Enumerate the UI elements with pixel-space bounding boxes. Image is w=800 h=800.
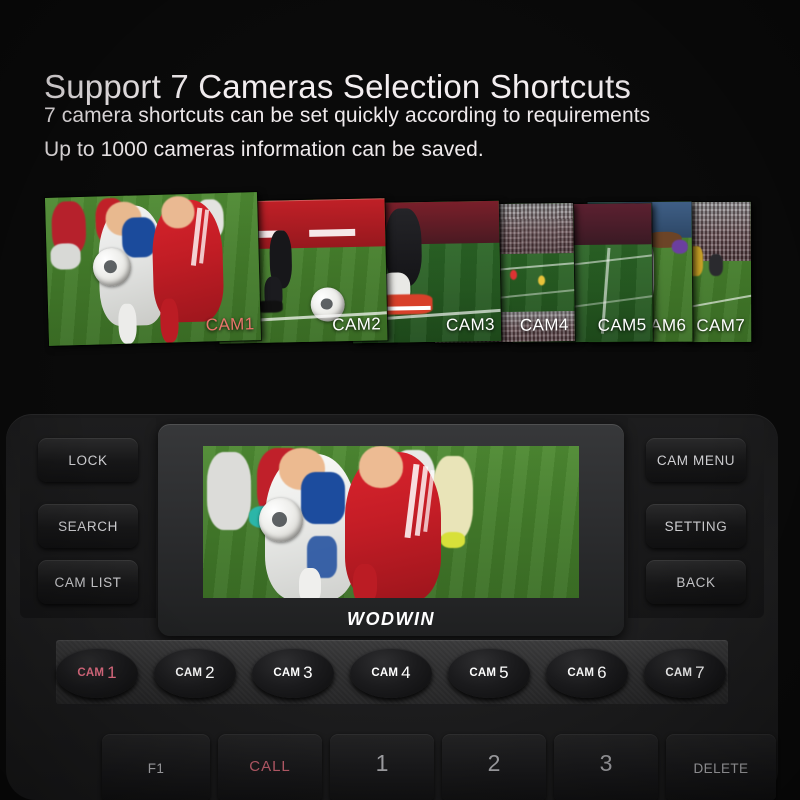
monitor-bezel: WODWIN bbox=[158, 424, 624, 636]
cam-button-word: CAM bbox=[77, 667, 105, 679]
cam-button-7[interactable]: CAM 7 bbox=[644, 648, 726, 698]
numeric-key-1[interactable]: 1 bbox=[330, 734, 434, 800]
cam-list-button[interactable]: CAM LIST bbox=[38, 560, 138, 604]
cam-button-number: 5 bbox=[499, 663, 509, 682]
thumbnail-label: CAM3 bbox=[445, 314, 496, 335]
camera-thumbnail-strip: CAM1 CAM2 CAM3 CAM4 CAM5 CAM6 CAM7 bbox=[0, 182, 800, 372]
cam-shortcut-button-panel: CAM 1 CAM 2 CAM 3 CAM 4 CAM 5 CAM 6 CAM … bbox=[56, 640, 728, 704]
cam-button-word: CAM bbox=[371, 667, 399, 679]
cam-button-number: 4 bbox=[401, 663, 411, 682]
thumbnail-label: CAM1 bbox=[205, 314, 255, 335]
numeric-key-3[interactable]: 3 bbox=[554, 734, 658, 800]
setting-button[interactable]: SETTING bbox=[646, 504, 746, 548]
cam-button-word: CAM bbox=[665, 667, 693, 679]
camera-thumbnail-7[interactable]: CAM7 bbox=[682, 201, 752, 343]
function-key-row: F1 CALL 1 2 3 DELETE bbox=[30, 726, 776, 800]
numeric-key-2[interactable]: 2 bbox=[442, 734, 546, 800]
back-button[interactable]: BACK bbox=[646, 560, 746, 604]
f1-key[interactable]: F1 bbox=[102, 734, 210, 800]
cam-button-2[interactable]: CAM 2 bbox=[154, 648, 236, 698]
cam-button-word: CAM bbox=[175, 667, 203, 679]
cam-button-1[interactable]: CAM 1 bbox=[56, 648, 138, 698]
cam-button-5[interactable]: CAM 5 bbox=[448, 648, 530, 698]
subtitle-line-2: Up to 1000 cameras information can be sa… bbox=[44, 138, 484, 161]
brand-logo: WODWIN bbox=[347, 609, 435, 629]
cam-button-word: CAM bbox=[469, 667, 497, 679]
lock-button[interactable]: LOCK bbox=[38, 438, 138, 482]
live-preview-screen[interactable] bbox=[203, 446, 579, 598]
delete-key[interactable]: DELETE bbox=[666, 734, 776, 800]
cam-button-number: 7 bbox=[695, 663, 705, 682]
page-title: Support 7 Cameras Selection Shortcuts bbox=[44, 68, 632, 106]
cam-button-4[interactable]: CAM 4 bbox=[350, 648, 432, 698]
search-button[interactable]: SEARCH bbox=[38, 504, 138, 548]
promo-page: Support 7 Cameras Selection Shortcuts 7 … bbox=[0, 0, 800, 800]
cam-button-3[interactable]: CAM 3 bbox=[252, 648, 334, 698]
cam-button-number: 2 bbox=[205, 663, 215, 682]
cam-button-number: 6 bbox=[597, 663, 607, 682]
cam-menu-button[interactable]: CAM MENU bbox=[646, 438, 746, 482]
cam-button-word: CAM bbox=[567, 667, 595, 679]
cam-button-word: CAM bbox=[273, 667, 301, 679]
thumbnail-label: CAM7 bbox=[696, 315, 746, 336]
preview-scene bbox=[203, 446, 579, 598]
thumbnail-label: CAM2 bbox=[332, 314, 382, 335]
thumbnail-label: CAM4 bbox=[519, 315, 569, 335]
camera-control-panel-device: LOCK SEARCH CAM LIST CAM MENU SETTING BA… bbox=[0, 414, 800, 800]
call-key[interactable]: CALL bbox=[218, 734, 322, 800]
device-body: LOCK SEARCH CAM LIST CAM MENU SETTING BA… bbox=[6, 414, 778, 800]
thumbnail-label: CAM5 bbox=[597, 315, 647, 335]
cam-button-number: 3 bbox=[303, 663, 313, 682]
cam-button-6[interactable]: CAM 6 bbox=[546, 648, 628, 698]
subtitle-line-1: 7 camera shortcuts can be set quickly ac… bbox=[44, 104, 651, 127]
cam-button-number: 1 bbox=[107, 663, 117, 682]
camera-thumbnail-1[interactable]: CAM1 bbox=[44, 192, 262, 346]
